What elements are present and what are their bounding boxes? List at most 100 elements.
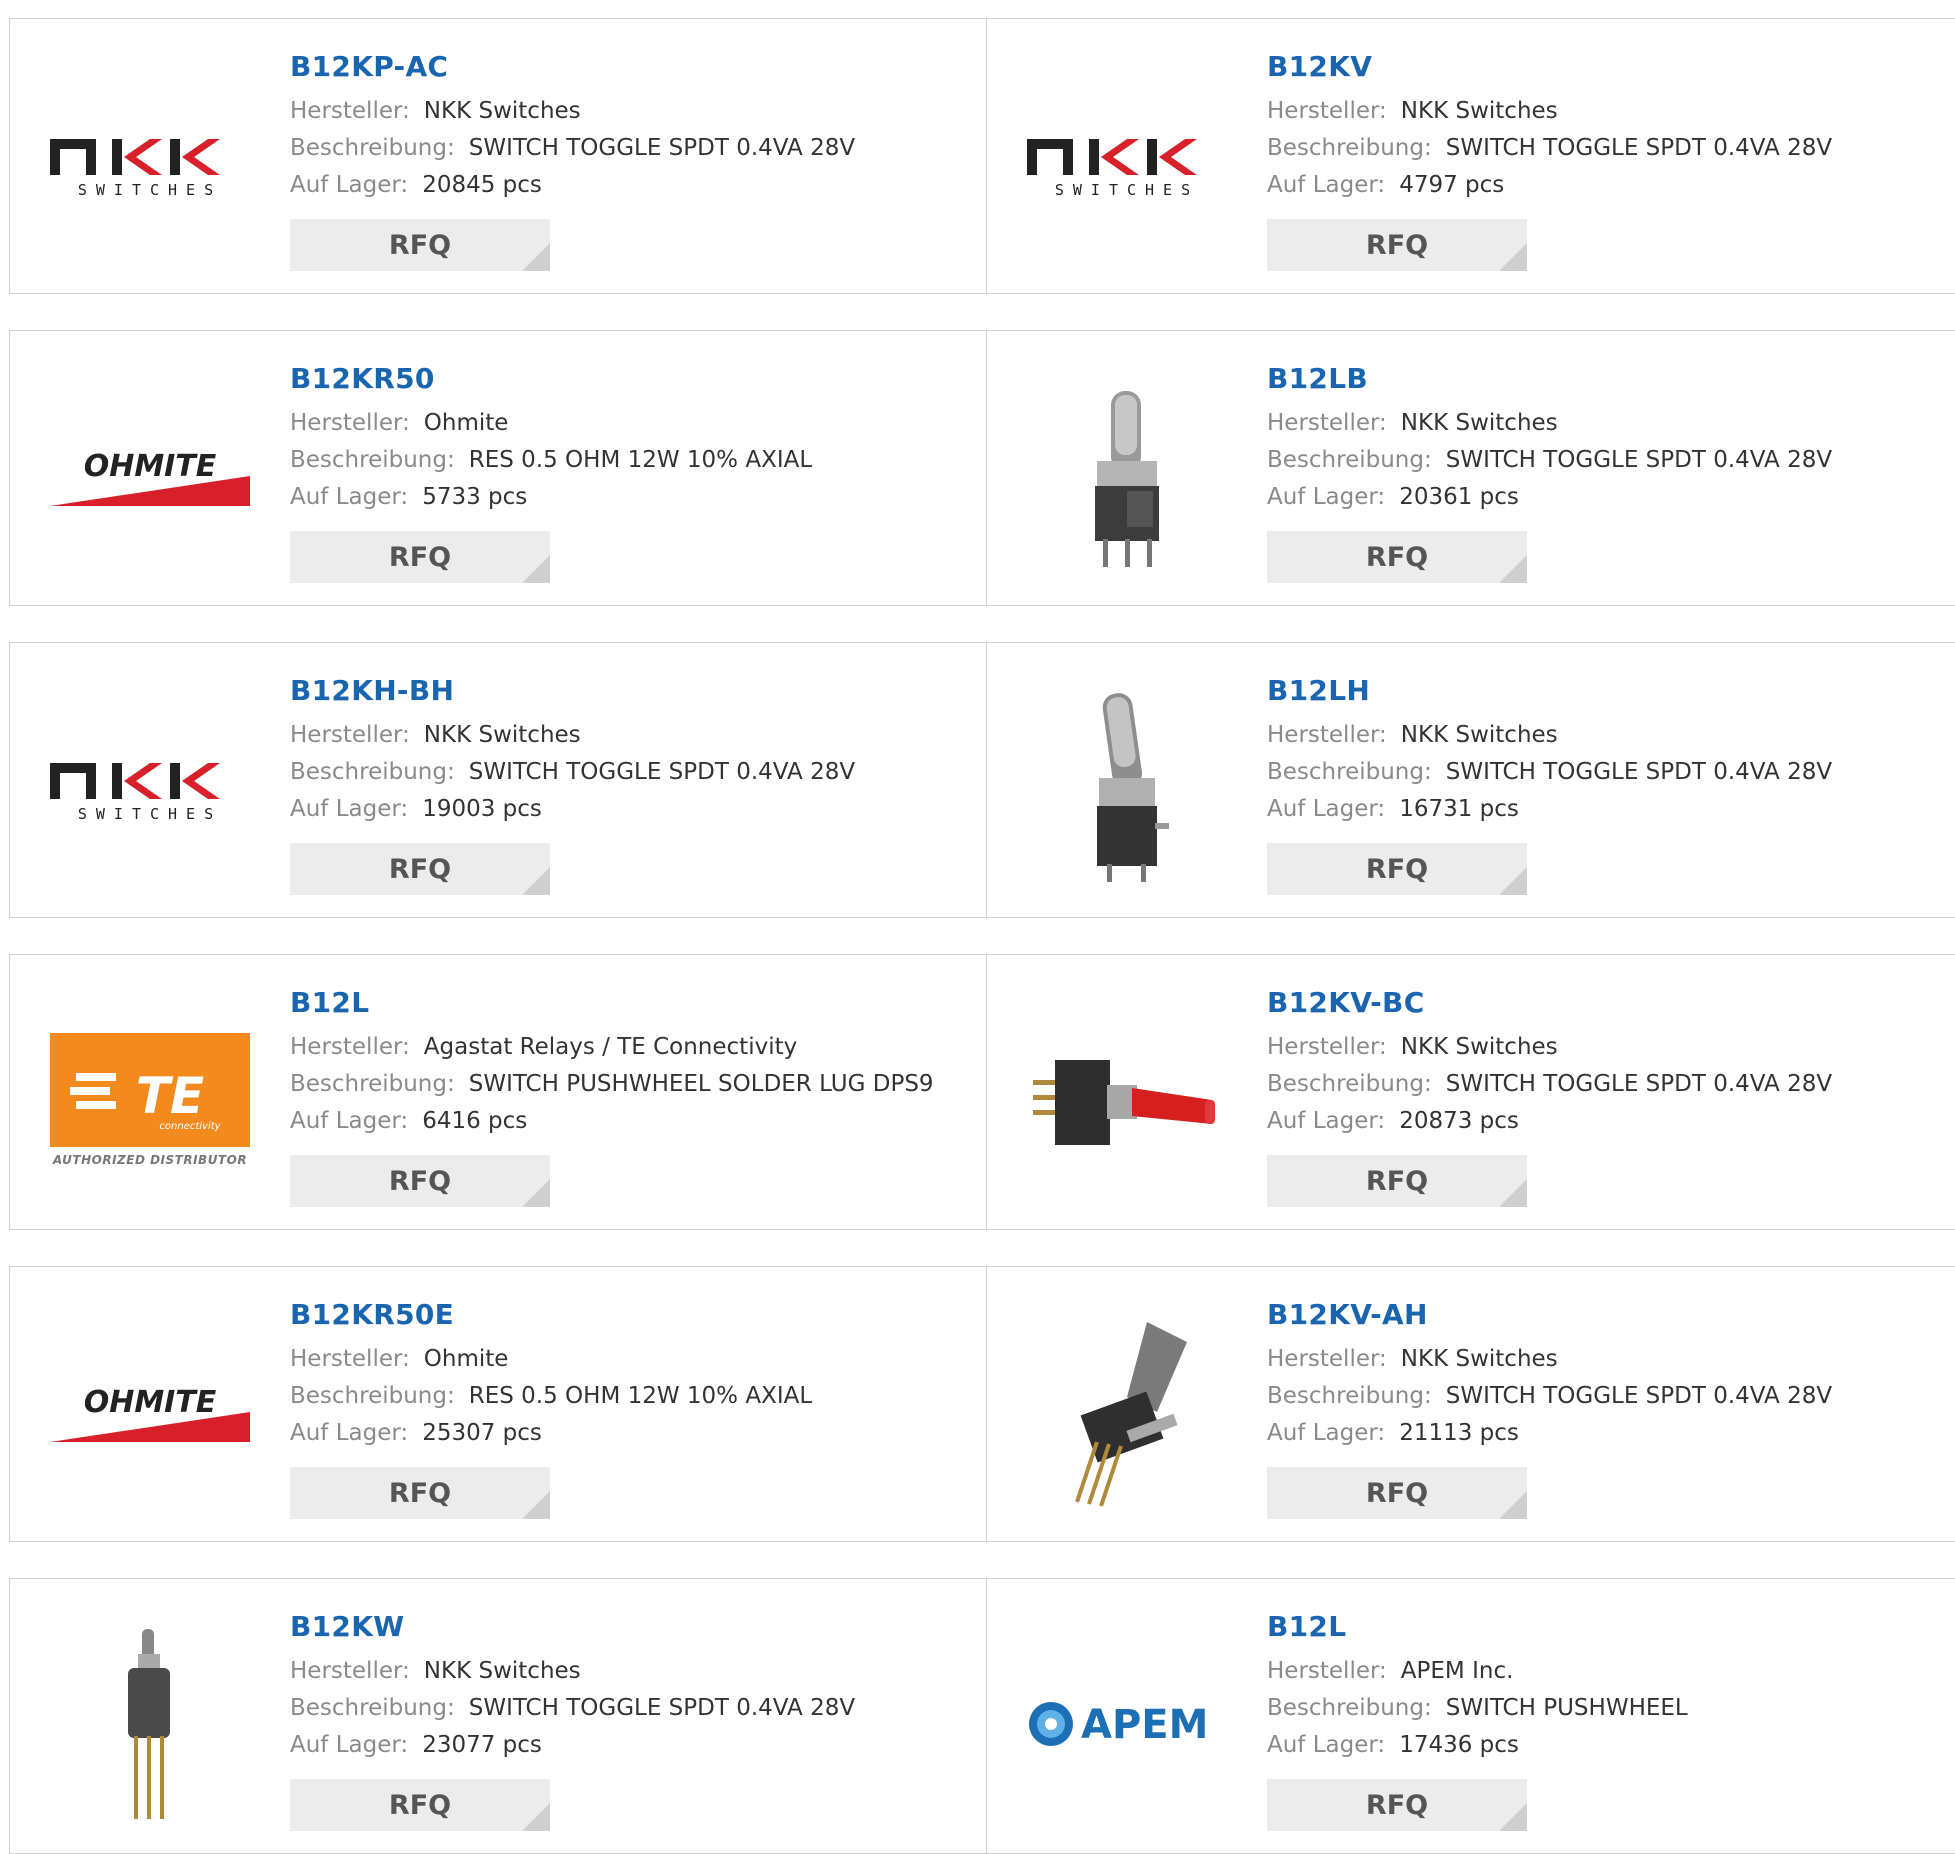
corner-decoration [1499,1491,1527,1519]
manufacturer-value: Ohmite [423,410,509,436]
product-card: APEM B12L Hersteller: APEM Inc. Beschreib… [986,1578,1955,1854]
nkk-logo: SWITCHES [50,688,250,888]
rfq-label: RFQ [1365,853,1429,885]
rfq-label: RFQ [388,853,452,885]
manufacturer-label: Hersteller: [1267,1658,1387,1684]
stock-label: Auf Lager: [1267,1732,1386,1758]
description-value: SWITCH TOGGLE SPDT 0.4VA 28V [1445,1383,1833,1409]
corner-decoration [522,867,550,895]
manufacturer-value: NKK Switches [1400,1346,1558,1372]
svg-text:SWITCHES: SWITCHES [1055,181,1199,199]
rfq-button[interactable]: RFQ [290,219,550,271]
description-value: SWITCH TOGGLE SPDT 0.4VA 28V [468,1695,856,1721]
rfq-button[interactable]: RFQ [290,531,550,583]
description-label: Beschreibung: [290,1383,455,1409]
product-row: OHMITE B12KR50E Hersteller: Ohmite Beschr… [9,1266,1955,1542]
angled-toggle-photo [1027,1312,1227,1512]
rfq-label: RFQ [1365,1477,1429,1509]
corner-decoration [522,1179,550,1207]
stock-label: Auf Lager: [1267,484,1386,510]
product-card: SWITCHES B12KP-AC Hersteller: NKK Switche… [9,18,988,294]
stock-label: Auf Lager: [1267,1420,1386,1446]
rfq-button[interactable]: RFQ [290,1467,550,1519]
description-value: RES 0.5 OHM 12W 10% AXIAL [468,1383,813,1409]
product-card: B12KV-AH Hersteller: NKK Switches Beschre… [986,1266,1955,1542]
description-label: Beschreibung: [1267,1383,1432,1409]
description-value: SWITCH TOGGLE SPDT 0.4VA 28V [1445,447,1833,473]
rfq-button[interactable]: RFQ [290,1779,550,1831]
product-title-link[interactable]: B12KR50 [290,359,435,399]
rfq-label: RFQ [388,541,452,573]
rfq-button[interactable]: RFQ [1267,1779,1527,1831]
description-label: Beschreibung: [290,135,455,161]
product-row: SWITCHES B12KH-BH Hersteller: NKK Switche… [9,642,1955,918]
corner-decoration [1499,555,1527,583]
stock-value: 19003 pcs [422,796,542,822]
rfq-button[interactable]: RFQ [1267,1467,1527,1519]
product-title-link[interactable]: B12L [290,983,369,1023]
stock-value: 16731 pcs [1399,796,1519,822]
stock-value: 4797 pcs [1399,172,1505,198]
description-label: Beschreibung: [290,447,455,473]
manufacturer-value: NKK Switches [1400,410,1558,436]
svg-text:connectivity: connectivity [159,1121,221,1132]
description-label: Beschreibung: [290,759,455,785]
product-title-link[interactable]: B12KV [1267,47,1372,87]
product-title-link[interactable]: B12LB [1267,359,1368,399]
nkk-logo: SWITCHES [50,64,250,264]
stock-label: Auf Lager: [290,1420,409,1446]
toggle-pins-photo [50,1624,250,1824]
rfq-button[interactable]: RFQ [290,843,550,895]
stock-value: 20361 pcs [1399,484,1519,510]
corner-decoration [522,243,550,271]
corner-decoration [522,555,550,583]
description-label: Beschreibung: [290,1071,455,1097]
product-grid: SWITCHES B12KP-AC Hersteller: NKK Switche… [0,0,1955,1854]
rfq-button[interactable]: RFQ [1267,219,1527,271]
rfq-button[interactable]: RFQ [1267,1155,1527,1207]
product-title-link[interactable]: B12KV-BC [1267,983,1425,1023]
product-card: B12KV-BC Hersteller: NKK Switches Beschre… [986,954,1955,1230]
stock-value: 5733 pcs [422,484,528,510]
product-title-link[interactable]: B12KW [290,1607,404,1647]
rfq-label: RFQ [1365,1789,1429,1821]
manufacturer-label: Hersteller: [1267,722,1387,748]
rfq-label: RFQ [1365,541,1429,573]
manufacturer-label: Hersteller: [1267,1346,1387,1372]
description-label: Beschreibung: [1267,1695,1432,1721]
manufacturer-label: Hersteller: [1267,410,1387,436]
svg-text:OHMITE: OHMITE [84,449,217,484]
corner-decoration [1499,1179,1527,1207]
rfq-button[interactable]: RFQ [290,1155,550,1207]
manufacturer-value: NKK Switches [423,98,581,124]
svg-text:OHMITE: OHMITE [84,1385,217,1420]
product-title-link[interactable]: B12L [1267,1607,1346,1647]
product-title-link[interactable]: B12LH [1267,671,1370,711]
nkk-logo: SWITCHES [1027,64,1227,264]
product-title-link[interactable]: B12KR50E [290,1295,454,1335]
product-title-link[interactable]: B12KH-BH [290,671,454,711]
stock-label: Auf Lager: [290,796,409,822]
rfq-label: RFQ [388,229,452,261]
rfq-button[interactable]: RFQ [1267,843,1527,895]
rfq-label: RFQ [388,1789,452,1821]
description-label: Beschreibung: [1267,759,1432,785]
rfq-label: RFQ [388,1165,452,1197]
stock-label: Auf Lager: [1267,1108,1386,1134]
manufacturer-label: Hersteller: [1267,98,1387,124]
manufacturer-label: Hersteller: [290,1346,410,1372]
ohmite-logo: OHMITE [50,1312,250,1512]
stock-value: 20873 pcs [1399,1108,1519,1134]
manufacturer-value: NKK Switches [1400,722,1558,748]
product-card: SWITCHES B12KH-BH Hersteller: NKK Switche… [9,642,988,918]
toggle-switch-photo [1027,376,1227,576]
rfq-label: RFQ [1365,229,1429,261]
product-title-link[interactable]: B12KP-AC [290,47,448,87]
description-value: RES 0.5 OHM 12W 10% AXIAL [468,447,813,473]
manufacturer-label: Hersteller: [290,410,410,436]
svg-text:APEM: APEM [1081,1702,1208,1748]
rfq-button[interactable]: RFQ [1267,531,1527,583]
rfq-label: RFQ [388,1477,452,1509]
product-title-link[interactable]: B12KV-AH [1267,1295,1428,1335]
corner-decoration [522,1491,550,1519]
